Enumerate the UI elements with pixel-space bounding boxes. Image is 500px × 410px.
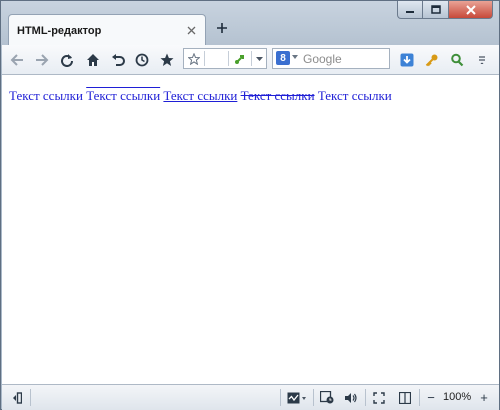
address-bar[interactable] xyxy=(183,48,267,69)
key-icon xyxy=(425,54,438,67)
zoom-in-button[interactable]: + xyxy=(478,389,490,406)
bookmarks-button[interactable] xyxy=(158,51,176,69)
window-clock-icon xyxy=(320,391,334,404)
clock-icon xyxy=(135,53,149,67)
url-dropdown-button[interactable] xyxy=(252,49,266,68)
site-identity-button[interactable] xyxy=(230,49,250,68)
undo-close-button[interactable] xyxy=(109,51,127,69)
bookmark-star-button[interactable] xyxy=(185,49,203,68)
zoom-out-label: − xyxy=(427,390,435,405)
zoom-level[interactable]: 100% xyxy=(443,391,471,403)
caption-buttons xyxy=(397,1,493,19)
zoom-in-label: + xyxy=(480,390,488,405)
tab-html-editor[interactable]: HTML-редактор xyxy=(8,14,206,46)
page-content: Текст ссылки Текст ссылки Текст ссылки Т… xyxy=(2,75,499,384)
new-tab-button[interactable] xyxy=(214,20,230,36)
tab-title: HTML-редактор xyxy=(17,25,102,37)
search-person-icon xyxy=(451,53,464,67)
undo-icon xyxy=(112,54,125,66)
sidebar-toggle-button[interactable] xyxy=(10,389,24,406)
navigation-toolbar: 8 Google xyxy=(2,45,499,75)
puzzle-icon xyxy=(235,54,244,64)
mute-button[interactable] xyxy=(343,389,359,406)
menu-button[interactable] xyxy=(473,51,491,69)
browser-window: HTML-редактор 8 Google Текст ссылки Текс… xyxy=(0,0,500,410)
home-button[interactable] xyxy=(84,51,102,69)
password-button[interactable] xyxy=(423,51,441,69)
page-actions-button[interactable] xyxy=(318,389,336,406)
reload-icon xyxy=(61,54,73,67)
overflow-icon xyxy=(479,56,485,64)
tile-view-button[interactable] xyxy=(397,389,413,406)
maximize-button[interactable] xyxy=(423,1,449,19)
address-separator xyxy=(204,51,205,66)
search-placeholder: Google xyxy=(303,52,342,66)
downloads-button[interactable] xyxy=(398,51,416,69)
arrow-right-icon xyxy=(36,54,49,66)
arrow-left-icon xyxy=(10,54,23,66)
maximize-icon xyxy=(430,5,441,14)
link-plain[interactable]: Текст ссылки xyxy=(318,88,392,103)
download-icon xyxy=(400,53,414,67)
split-view-icon xyxy=(399,391,411,404)
home-icon xyxy=(87,54,99,66)
tab-close-button[interactable] xyxy=(185,24,197,36)
expand-icon xyxy=(373,391,385,404)
status-separator xyxy=(30,389,31,406)
minimize-button[interactable] xyxy=(397,1,423,19)
plus-icon xyxy=(217,23,227,33)
sidebar-icon xyxy=(13,391,22,404)
status-separator xyxy=(280,389,281,406)
chevron-down-icon xyxy=(255,56,263,61)
link-strikethrough[interactable]: Текст ссылки xyxy=(241,88,315,103)
status-bar: − 100% + xyxy=(2,384,499,410)
link-plain[interactable]: Текст ссылки xyxy=(9,88,83,103)
speaker-icon xyxy=(345,392,357,403)
reload-button[interactable] xyxy=(58,51,76,69)
search-engine-icon[interactable]: 8 xyxy=(276,51,290,65)
back-button[interactable] xyxy=(8,51,26,69)
addons-button[interactable] xyxy=(448,51,466,69)
fullscreen-button[interactable] xyxy=(371,389,387,406)
close-tab-icon xyxy=(187,26,195,34)
forward-button[interactable] xyxy=(33,51,51,69)
links-row: Текст ссылки Текст ссылки Текст ссылки Т… xyxy=(9,88,392,104)
minimize-icon xyxy=(406,10,414,13)
status-separator xyxy=(365,389,366,406)
search-bar[interactable]: 8 Google xyxy=(272,48,390,69)
star-outline-icon xyxy=(188,52,200,65)
close-icon xyxy=(465,4,476,15)
link-underline[interactable]: Текст ссылки xyxy=(163,88,237,103)
speed-dial-button[interactable] xyxy=(285,389,309,406)
close-window-button[interactable] xyxy=(449,1,493,19)
chevron-down-icon xyxy=(292,55,298,59)
star-icon xyxy=(160,53,174,66)
zoom-out-button[interactable]: − xyxy=(425,389,437,406)
activity-chart-icon xyxy=(287,392,306,403)
link-overline[interactable]: Текст ссылки xyxy=(86,88,160,103)
status-separator xyxy=(419,389,420,406)
history-button[interactable] xyxy=(133,51,151,69)
address-separator xyxy=(228,51,229,66)
status-separator xyxy=(313,389,314,406)
